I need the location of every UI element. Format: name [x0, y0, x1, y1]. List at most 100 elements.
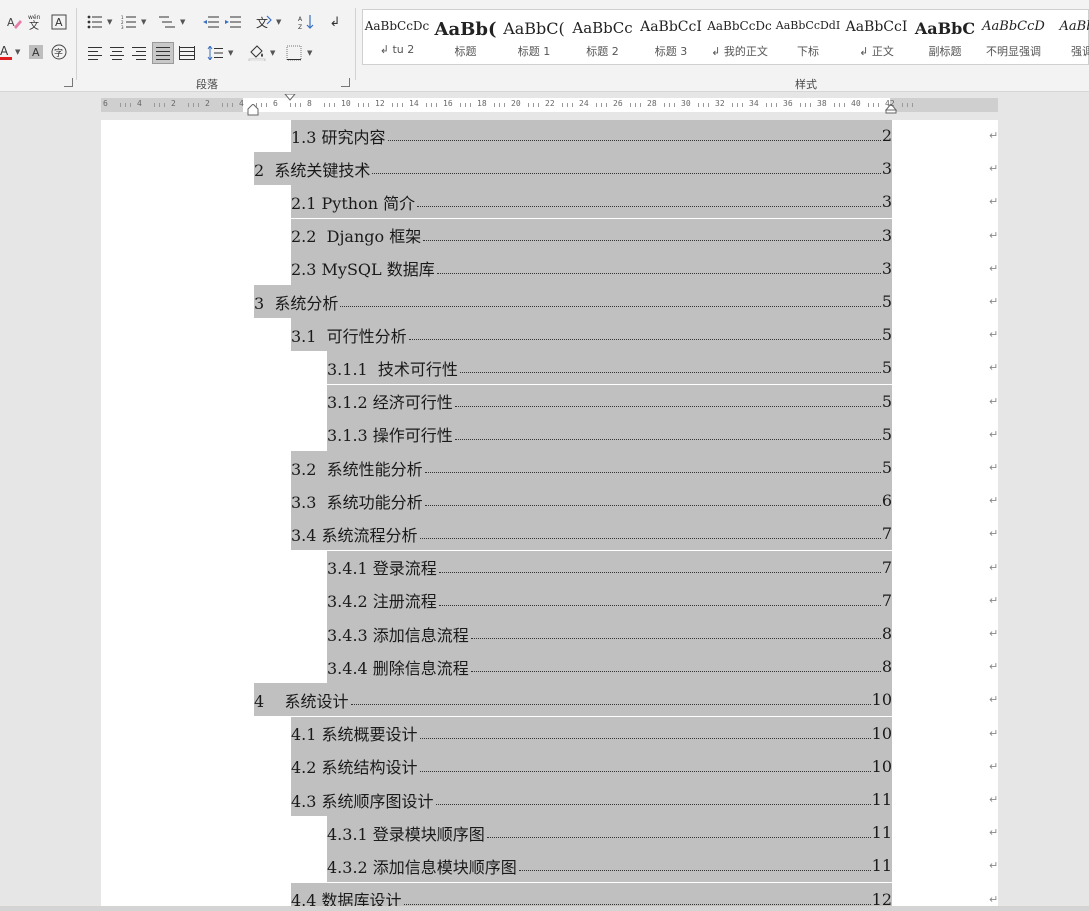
toc-entry[interactable]: 3.4.3 添加信息流程 8 — [327, 617, 892, 650]
toc-page-number: 11 — [871, 856, 892, 876]
character-border-icon[interactable]: A — [50, 13, 68, 31]
toc-entry-title: 3.1.3 操作可行性 — [327, 426, 453, 446]
ruler-tick-label: 22 — [545, 99, 555, 108]
line-spacing-dropdown-icon[interactable]: ▼ — [228, 49, 233, 57]
shading-icon[interactable] — [248, 44, 266, 62]
enclose-characters-icon[interactable]: 字 — [50, 43, 68, 61]
document-page[interactable]: 1.3 研究内容 2 ↵ 2 系统关键技术 3 ↵ 2.1 Python 简介 3 ↵ 2.2 D… — [101, 120, 998, 911]
align-left-icon[interactable] — [86, 44, 104, 62]
style-name: 标题 2 — [586, 45, 619, 58]
ruler-minor-tick — [669, 103, 670, 107]
toc-entry[interactable]: 3.1.3 操作可行性 5 — [327, 417, 892, 451]
ruler-minor-tick — [256, 103, 257, 107]
toc-leader-dots — [438, 571, 881, 573]
multilevel-list-dropdown-icon[interactable]: ▼ — [180, 18, 185, 26]
toc-entry[interactable]: 3.1.1 技术可行性 5 — [327, 351, 892, 385]
increase-indent-icon[interactable] — [224, 13, 242, 31]
align-right-icon[interactable] — [130, 44, 148, 62]
toc-entry[interactable]: 3.4.4 删除信息流程 8 — [327, 650, 892, 684]
toc-entry[interactable]: 3.4.2 注册流程 7 — [327, 583, 892, 617]
style-tile[interactable]: AaBbCcI ↲ 正文 — [843, 10, 911, 64]
toc-field-highlight — [254, 285, 892, 318]
toc-entry[interactable]: 4 系统设计 10 — [254, 683, 892, 717]
style-tile[interactable]: AaBbC(标题 1 — [500, 10, 568, 64]
toc-entry[interactable]: 3.1.2 经济可行性 5 — [327, 384, 892, 418]
paragraph-dialog-launcher-icon[interactable] — [341, 78, 350, 87]
toc-entry[interactable]: 2.3 MySQL 数据库 3 — [291, 251, 892, 285]
toc-leader-dots — [518, 870, 871, 872]
decrease-indent-icon[interactable] — [202, 13, 220, 31]
style-tile[interactable]: AaBbCc 标题 2 — [569, 10, 637, 64]
svg-text:文: 文 — [29, 19, 39, 30]
toc-entry[interactable]: 3.2 系统性能分析 5 — [291, 451, 892, 484]
distributed-align-icon[interactable] — [178, 44, 196, 62]
style-tile[interactable]: AaBbCcDc ↲ tu 2 — [363, 10, 431, 64]
ruler-minor-tick — [873, 103, 874, 107]
paragraph-mark-icon: ↵ — [989, 361, 998, 375]
toc-entry-title: 3.4.2 注册流程 — [327, 592, 437, 612]
toc-entry[interactable]: 3.3 系统功能分析 6 — [291, 484, 892, 518]
clear-formatting-icon[interactable]: A — [5, 13, 23, 31]
toc-entry[interactable]: 4.3.2 添加信息模块顺序图 11 — [327, 849, 892, 883]
toc-entry[interactable]: 2 系统关键技术 3 — [254, 152, 892, 186]
ruler-minor-tick — [839, 103, 840, 107]
ruler-minor-tick — [601, 103, 602, 107]
chinese-layout-icon[interactable]: 文 — [255, 13, 273, 31]
hanging-indent-marker-icon[interactable] — [247, 104, 259, 116]
font-color-icon[interactable]: A — [0, 43, 14, 61]
bullets-dropdown-icon[interactable]: ▼ — [107, 18, 112, 26]
toc-entry[interactable]: 4.2 系统结构设计 10 — [291, 749, 892, 783]
paragraph-mark-icon: ↵ — [989, 295, 998, 308]
toc-entry[interactable]: 3.1 可行性分析 5 — [291, 318, 892, 352]
character-shading-icon[interactable]: A — [27, 43, 45, 61]
toc-entry[interactable]: 2.1 Python 简介 3 — [291, 185, 892, 219]
justify-icon[interactable] — [152, 42, 174, 64]
ruler-minor-tick — [164, 103, 165, 107]
ruler-tick-label: 36 — [783, 99, 793, 108]
style-tile[interactable]: AaBbC 副标题 — [911, 10, 979, 64]
font-color-dropdown-icon[interactable]: ▼ — [15, 48, 20, 56]
style-tile[interactable]: AaBbCcDc ↲ 我的正文 — [706, 10, 774, 64]
style-sample: AaBbCc — [572, 19, 633, 37]
toc-entry[interactable]: 3.4 系统流程分析 7 — [291, 517, 892, 551]
toc-entry[interactable]: 3 系统分析 5 — [254, 285, 892, 318]
ruler-tick-label: 2 — [205, 99, 210, 108]
style-tile[interactable]: AaBbCcD 不明显强调 — [980, 10, 1048, 64]
show-formatting-marks-icon[interactable]: ↲ — [326, 13, 344, 31]
style-sample: AaBbCcD — [982, 19, 1045, 34]
chinese-layout-dropdown-icon[interactable]: ▼ — [276, 18, 281, 26]
phonetic-guide-icon[interactable]: wén 文 — [26, 12, 44, 30]
style-sample: AaBbCcDdI — [775, 19, 841, 32]
toc-entry[interactable]: 4.3 系统顺序图设计 11 — [291, 783, 892, 816]
line-spacing-icon[interactable] — [206, 44, 224, 62]
toc-entry[interactable]: 1.3 研究内容 2 — [291, 120, 892, 152]
borders-icon[interactable] — [285, 44, 303, 62]
toc-entry[interactable]: 3.4.1 登录流程 7 — [327, 550, 892, 584]
paragraph-mark-icon: ↵ — [989, 693, 998, 707]
style-tile[interactable]: AaBb(标题 — [432, 10, 500, 64]
toc-page-number: 11 — [871, 823, 892, 843]
toc-entry[interactable]: 4.3.1 登录模块顺序图 11 — [327, 816, 892, 850]
bullets-icon[interactable] — [86, 13, 104, 31]
paragraph-mark-icon: ↵ — [989, 494, 998, 508]
borders-dropdown-icon[interactable]: ▼ — [307, 49, 312, 57]
toc-entry[interactable]: 2.2 Django 框架 3 — [291, 218, 892, 252]
ruler-tick-label: 6 — [103, 99, 108, 108]
style-tile[interactable]: AaBbCcDdI 下标 — [774, 10, 842, 64]
first-line-indent-marker-icon[interactable] — [284, 94, 296, 102]
multilevel-list-icon[interactable] — [158, 13, 176, 31]
font-dialog-launcher-icon[interactable] — [64, 78, 73, 87]
ruler-minor-tick — [358, 103, 359, 107]
toc-entry[interactable]: 4.1 系统概要设计 10 — [291, 716, 892, 750]
shading-dropdown-icon[interactable]: ▼ — [270, 49, 275, 57]
horizontal-ruler[interactable]: 6 4 2 2 4 6 8 10 12 14 16 18 20 22 24 26 28 30 32 34 36 38 40 4… — [101, 94, 998, 116]
sort-icon[interactable]: AZ — [297, 13, 315, 31]
numbering-dropdown-icon[interactable]: ▼ — [141, 18, 146, 26]
paragraph-mark-icon: ↵ — [989, 162, 998, 176]
ruler-tick-label: 4 — [239, 99, 244, 108]
style-tile[interactable]: AaBbC 强调 — [1048, 10, 1089, 64]
numbering-icon[interactable]: 123 — [120, 13, 138, 31]
style-tile[interactable]: AaBbCcI 标题 3 — [637, 10, 705, 64]
align-center-icon[interactable] — [108, 44, 126, 62]
toc-entry-title: 4.3.2 添加信息模块顺序图 — [327, 857, 517, 877]
